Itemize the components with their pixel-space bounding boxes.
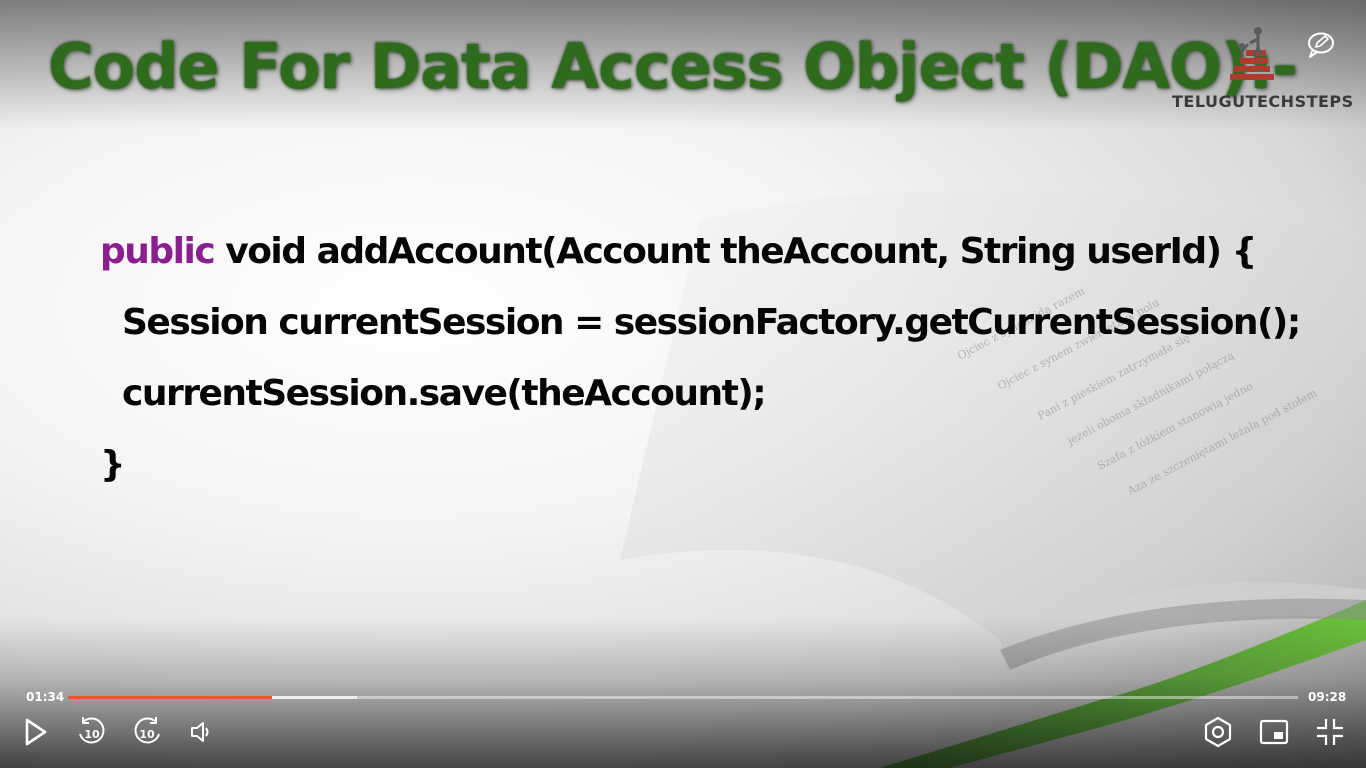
code-keyword-public: public	[100, 231, 216, 272]
settings-button[interactable]	[1200, 714, 1236, 750]
current-time: 01:34	[26, 690, 65, 704]
exit-fullscreen-button[interactable]	[1312, 714, 1348, 750]
rewind-10-button[interactable]: 10	[73, 714, 109, 750]
volume-button[interactable]	[184, 714, 220, 750]
settings-hexagon-icon	[1204, 716, 1232, 748]
pencil-comment-icon	[1308, 32, 1334, 58]
logo-steps-icon	[1230, 27, 1274, 80]
code-line-2: Session currentSession = sessionFactory.…	[122, 302, 1301, 343]
seek-bar[interactable]	[68, 696, 1298, 699]
logo-text: TELUGUTECHSTEPS	[1172, 92, 1354, 111]
rewind-seconds-label: 10	[84, 728, 100, 741]
code-line-4: }	[100, 444, 126, 485]
forward-10-button[interactable]: 10	[130, 714, 166, 750]
forward-10-icon: 10	[134, 717, 160, 744]
code-line-1: public void addAccount(Account theAccoun…	[100, 216, 1300, 287]
duration-time: 09:28	[1308, 690, 1347, 704]
code-line-1-text: void addAccount(Account theAccount, Stri…	[214, 231, 1257, 272]
slide-title: Code For Data Access Object (DAO):-	[48, 30, 1298, 103]
play-icon	[25, 718, 47, 746]
volume-icon	[191, 722, 209, 742]
code-snippet: public void addAccount(Account theAccoun…	[100, 216, 1301, 500]
exit-fullscreen-icon	[1317, 719, 1343, 745]
seek-bar-played	[68, 696, 272, 699]
picture-in-picture-icon	[1259, 719, 1289, 745]
code-line-3: currentSession.save(theAccount);	[122, 373, 767, 414]
forward-seconds-label: 10	[139, 728, 155, 741]
annotate-button[interactable]	[1306, 30, 1336, 60]
play-button[interactable]	[18, 714, 54, 750]
picture-in-picture-button[interactable]	[1256, 714, 1292, 750]
rewind-10-icon: 10	[79, 717, 105, 744]
